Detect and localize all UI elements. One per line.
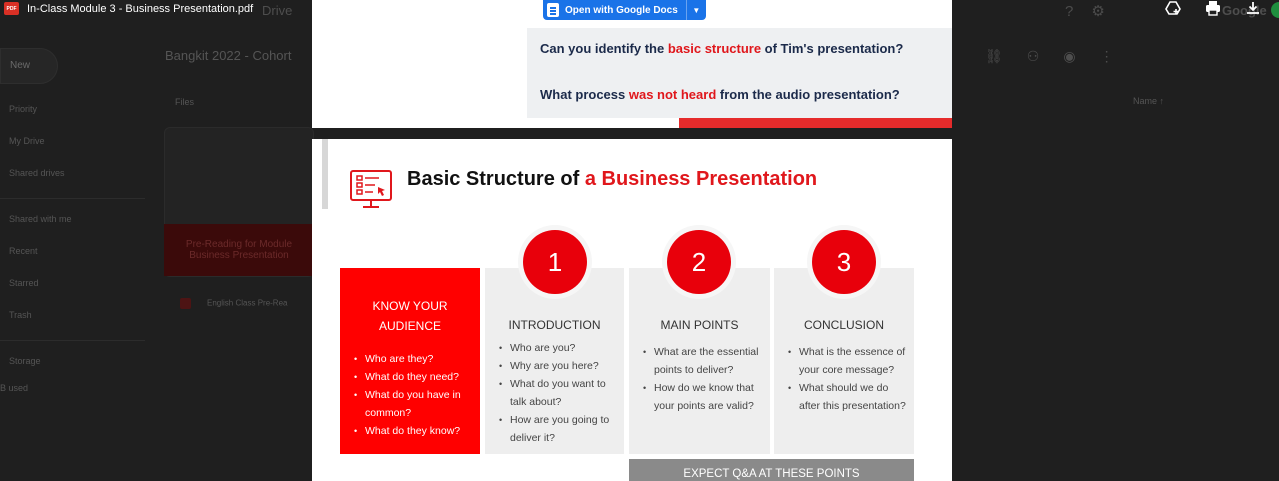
pdf-icon: PDF [4, 2, 19, 15]
pdf-page-2: Basic Structure of a Business Presentati… [312, 139, 952, 481]
bullet-item: What should we do after this presentatio… [788, 379, 908, 415]
bullet-item: How do we know that your points are vali… [643, 379, 764, 415]
page-heading: Basic Structure of a Business Presentati… [407, 168, 818, 190]
nav-divider [0, 198, 145, 199]
print-icon[interactable] [1205, 0, 1221, 18]
preview-icon[interactable]: ◉ [1063, 48, 1099, 64]
audience-title: KNOW YOUR AUDIENCE [372, 299, 448, 333]
column-title: INTRODUCTION [508, 318, 601, 332]
column-title: MAIN POINTS [660, 318, 739, 332]
nav-divider-2 [0, 340, 145, 341]
question-2: What process was not heard from the audi… [540, 87, 900, 102]
open-with-label: Open with Google Docs [565, 4, 678, 16]
new-button[interactable]: New [0, 48, 58, 84]
drive-toolbar-icons: ⛓⚇◉⋮ [985, 48, 1138, 65]
nav-starred[interactable]: Starred [9, 278, 39, 288]
nav-storage[interactable]: Storage [9, 356, 41, 366]
decorative-left-bar [322, 139, 328, 209]
open-with-google-docs-button[interactable]: Open with Google Docs ▼ [543, 0, 706, 20]
bullet-item: What do you have in common? [354, 386, 474, 422]
file-row[interactable]: English Class Pre-Rea [180, 298, 287, 309]
viewer-actions [1165, 0, 1261, 18]
open-with-main[interactable]: Open with Google Docs [543, 0, 686, 20]
column-title: CONCLUSION [803, 318, 884, 332]
introduction-column: INTRODUCTION Who are you? Why are you he… [485, 268, 624, 454]
expect-qa-banner: EXPECT Q&A AT THESE POINTS [629, 459, 914, 481]
nav-recent[interactable]: Recent [9, 246, 38, 256]
pdf-page-1: Can you identify the basic structure of … [312, 0, 952, 128]
audience-bullets: Who are they? What do they need? What do… [354, 350, 474, 440]
main-points-bullets: What are the essential points to deliver… [643, 343, 764, 415]
google-docs-icon [547, 3, 559, 17]
nav-shared-drives[interactable]: Shared drives [9, 168, 65, 178]
nav-my-drive[interactable]: My Drive [9, 136, 45, 146]
storage-used-text: B used [0, 383, 29, 393]
nav-priority[interactable]: Priority [9, 104, 37, 114]
chevron-down-icon[interactable]: ▼ [685, 0, 706, 20]
bullet-item: Who are they? [354, 350, 474, 368]
card-title-line2: Business Presentation [189, 250, 289, 261]
sort-label: Name [1133, 96, 1158, 106]
file-title-text: In-Class Module 3 - Business Presentatio… [27, 2, 254, 15]
introduction-bullets: Who are you? Why are you here? What do y… [499, 339, 618, 447]
bullet-item: Who are you? [499, 339, 618, 357]
download-icon[interactable] [1245, 0, 1261, 18]
add-to-drive-icon[interactable] [1165, 0, 1181, 18]
bullet-item: What do they know? [354, 422, 474, 440]
bullet-item: What are the essential points to deliver… [643, 343, 764, 379]
share-icon[interactable]: ⚇ [1027, 48, 1064, 64]
sort-by-name[interactable]: Name ↑ [1133, 96, 1164, 106]
conclusion-bullets: What is the essence of your core message… [788, 343, 908, 415]
breadcrumb[interactable]: Bangkit 2022 - Cohort [165, 48, 291, 63]
bullet-item: How are you going to deliver it? [499, 411, 618, 447]
step-number-1: 1 [523, 230, 587, 294]
bullet-item: What do you want to talk about? [499, 375, 618, 411]
file-row-name: English Class Pre-Rea [207, 298, 288, 308]
conclusion-column: CONCLUSION What is the essence of your c… [774, 268, 914, 454]
bullet-item: Why are you here? [499, 357, 618, 375]
main-points-column: MAIN POINTS What are the essential point… [629, 268, 770, 454]
pdf-file-icon [180, 298, 191, 309]
nav-shared-with-me[interactable]: Shared with me [9, 214, 72, 224]
nav-trash[interactable]: Trash [9, 310, 32, 320]
bullet-item: What do they need? [354, 368, 474, 386]
files-section-label: Files [175, 97, 195, 107]
step-number-3: 3 [812, 230, 876, 294]
bullet-item: What is the essence of your core message… [788, 343, 908, 379]
account-avatar[interactable] [1271, 2, 1279, 18]
question-1: Can you identify the basic structure of … [540, 41, 904, 56]
card-title-line1: Pre-Reading for Module [185, 239, 293, 250]
audience-column: KNOW YOUR AUDIENCE Who are they? What do… [340, 268, 480, 454]
file-title: PDF In-Class Module 3 - Business Present… [4, 2, 253, 15]
pdf-preview-overlay: Drive Google ?⚙ New Priority My Drive Sh… [0, 0, 1279, 481]
more-icon[interactable]: ⋮ [1100, 48, 1138, 64]
checklist-monitor-icon [350, 170, 392, 208]
link-icon[interactable]: ⛓ [985, 48, 1027, 64]
decorative-red-bar [679, 118, 952, 128]
step-number-2: 2 [667, 230, 731, 294]
arrow-up-icon: ↑ [1159, 96, 1165, 106]
file-card-thumbnail: Pre-Reading for Module Business Presenta… [164, 224, 314, 276]
